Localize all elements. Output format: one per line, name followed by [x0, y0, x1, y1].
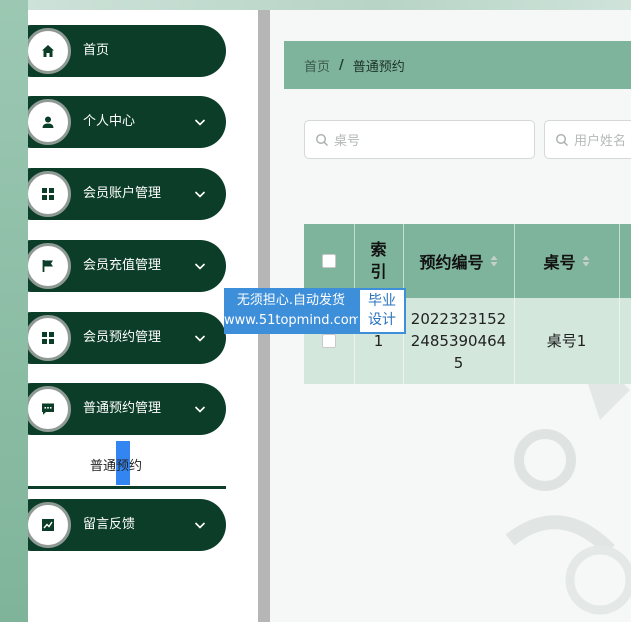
- search-placeholder: 桌号: [334, 134, 361, 149]
- breadcrumb: 首页 / 普通预约: [284, 41, 631, 89]
- chevron-down-icon: [194, 191, 206, 198]
- user-icon: [25, 99, 71, 145]
- sidebar-item-member-booking[interactable]: 会员预约管理: [6, 312, 226, 364]
- sidebar-item-feedback[interactable]: 留言反馈: [6, 499, 226, 551]
- sidebar-item-label: 会员账户管理: [83, 186, 162, 201]
- sidebar-item-label: 会员充值管理: [83, 258, 162, 273]
- watermark-label: 毕业 设计: [358, 288, 406, 334]
- home-icon: [25, 28, 71, 74]
- sidebar-item-label: 首页: [83, 43, 110, 58]
- search-placeholder: 用户姓名: [574, 134, 627, 149]
- grid-icon: [25, 171, 71, 217]
- search-icon: [315, 133, 328, 146]
- submenu-item-label: 普通预约: [89, 459, 142, 474]
- chat-icon: [25, 386, 71, 432]
- column-divider: [619, 224, 620, 384]
- select-all-checkbox-cell: [304, 224, 354, 298]
- sort-icon[interactable]: [582, 255, 590, 267]
- table-number-search-input[interactable]: 桌号: [304, 120, 535, 159]
- select-all-checkbox[interactable]: [322, 254, 336, 268]
- row-checkbox[interactable]: [322, 334, 336, 348]
- sort-icon[interactable]: [490, 255, 498, 267]
- chevron-down-icon: [194, 263, 206, 270]
- submenu-item-normal-booking[interactable]: 普通预约: [6, 441, 226, 489]
- column-header-index: 索引: [370, 240, 387, 281]
- breadcrumb-home[interactable]: 首页: [304, 56, 330, 75]
- top-strip: [0, 0, 631, 10]
- breadcrumb-current: 普通预约: [352, 59, 405, 75]
- sidebar-item-label: 个人中心: [83, 114, 136, 129]
- watermark-text: 无须担心.自动发货 www.51topmind.com: [224, 288, 361, 334]
- chevron-down-icon: [194, 335, 206, 342]
- chevron-down-icon: [194, 406, 206, 413]
- sidebar-item-label: 普通预约管理: [83, 401, 162, 416]
- sidebar-item-personal-center[interactable]: 个人中心: [6, 96, 226, 148]
- flag-icon: [25, 243, 71, 289]
- chevron-down-icon: [194, 119, 206, 126]
- sidebar-item-member-recharge[interactable]: 会员充值管理: [6, 240, 226, 292]
- sidebar-item-member-accounts[interactable]: 会员账户管理: [6, 168, 226, 220]
- left-decor-strip: [0, 0, 28, 622]
- search-icon: [555, 133, 568, 146]
- breadcrumb-separator: /: [339, 57, 344, 73]
- sidebar-item-normal-booking[interactable]: 普通预约管理: [6, 383, 226, 435]
- column-header-booking-no[interactable]: 预约编号: [403, 224, 514, 298]
- cell-table-no: 桌号1: [546, 332, 587, 350]
- column-header-table-no[interactable]: 桌号: [514, 224, 619, 298]
- sidebar-item-label: 会员预约管理: [83, 330, 162, 345]
- watermark-badge: 无须担心.自动发货 www.51topmind.com 毕业 设计: [224, 288, 406, 334]
- chevron-down-icon: [194, 522, 206, 529]
- sidebar-item-label: 留言反馈: [83, 517, 136, 532]
- user-name-search-input[interactable]: 用户姓名: [544, 120, 631, 159]
- chart-icon: [25, 502, 71, 548]
- sidebar-item-home[interactable]: 首页: [6, 25, 226, 77]
- cell-booking-no: 202232315224853904645: [410, 310, 507, 372]
- sidebar: 首页 个人中心 会员账户管理 会员充值管理 会员预约管理 普通预约管理 普通预约…: [0, 10, 258, 622]
- grid-icon: [25, 315, 71, 361]
